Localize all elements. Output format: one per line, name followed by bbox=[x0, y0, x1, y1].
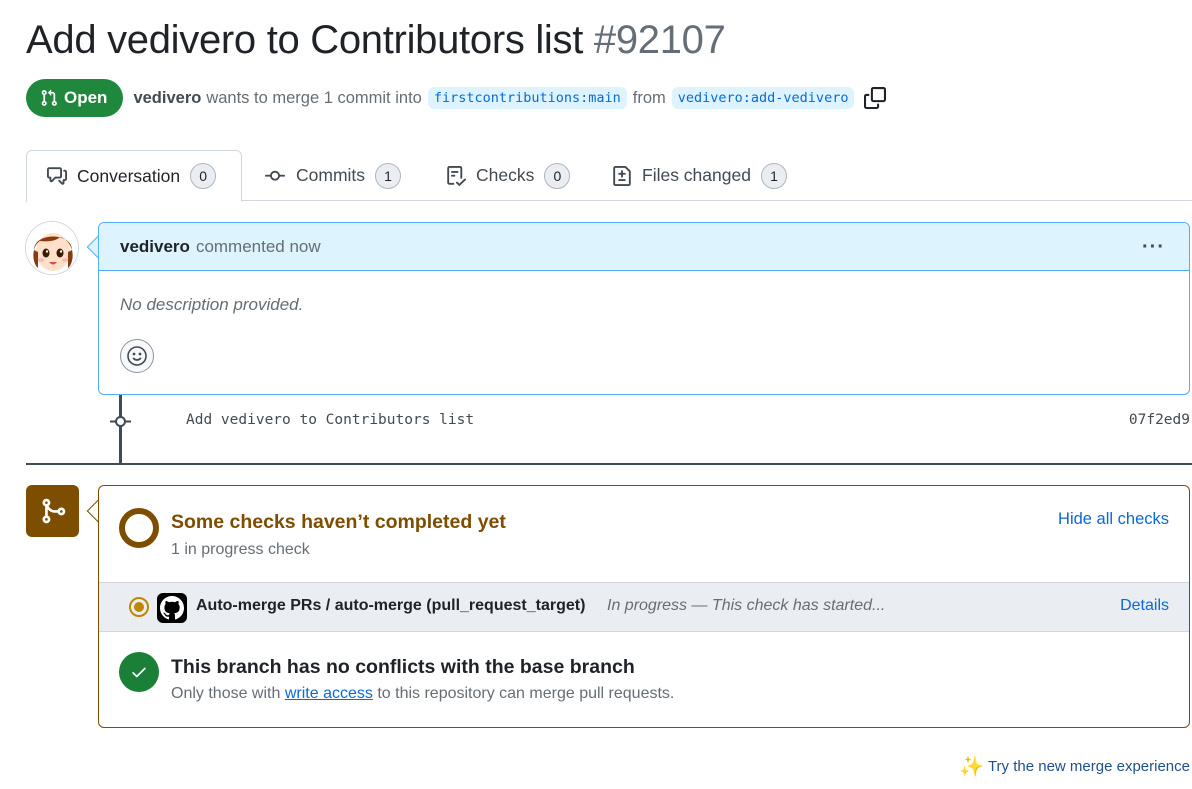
no-conflicts-subtitle: Only those with write access to this rep… bbox=[171, 685, 674, 703]
comment-discussion-icon bbox=[47, 167, 67, 185]
tab-commits[interactable]: Commits 1 bbox=[264, 150, 402, 201]
no-conflicts-title: This branch has no conflicts with the ba… bbox=[171, 656, 635, 678]
sparkles-icon: ✨ bbox=[959, 756, 984, 778]
git-merge-icon bbox=[26, 485, 79, 537]
details-link[interactable]: Details bbox=[1120, 597, 1169, 615]
check-circle-icon bbox=[119, 652, 159, 692]
comment-author[interactable]: vedivero bbox=[120, 237, 190, 257]
avatar[interactable] bbox=[25, 221, 79, 275]
checks-title: Some checks haven’t completed yet bbox=[171, 511, 506, 533]
file-diff-icon bbox=[613, 165, 631, 186]
state-badge: Open bbox=[26, 79, 124, 117]
checks-subtitle: 1 in progress check bbox=[171, 541, 310, 558]
git-commit-icon bbox=[110, 416, 131, 427]
comment-body: No description provided. bbox=[120, 295, 304, 314]
pr-title-text: Add vedivero to Contributors list bbox=[26, 18, 584, 62]
merge-text: wants to merge 1 commit into bbox=[206, 88, 422, 107]
try-new-label: Try the new merge experience bbox=[987, 758, 1190, 775]
base-branch[interactable]: firstcontributions:main bbox=[427, 87, 627, 109]
comment-box: vedivero commented now ··· No descriptio… bbox=[98, 222, 1190, 395]
author-link[interactable]: vedivero bbox=[133, 89, 201, 108]
pr-tabs: Conversation 0 Commits 1 Checks 0 Files … bbox=[26, 150, 1192, 202]
tab-label: Checks bbox=[476, 165, 535, 185]
write-access-link[interactable]: write access bbox=[285, 685, 373, 702]
tab-label: Files changed bbox=[642, 165, 751, 185]
checklist-icon bbox=[447, 165, 466, 186]
pr-meta: Open vedivero wants to merge 1 commit in… bbox=[26, 79, 887, 117]
timeline-divider bbox=[26, 463, 1192, 465]
tab-conversation[interactable]: Conversation 0 bbox=[26, 150, 242, 202]
smiley-icon bbox=[127, 346, 147, 366]
tab-counter: 0 bbox=[544, 162, 571, 189]
commit-sha[interactable]: 07f2ed9 bbox=[1129, 412, 1190, 428]
state-label: Open bbox=[64, 88, 108, 107]
pending-status-icon bbox=[119, 508, 159, 548]
github-logo-icon bbox=[157, 593, 187, 623]
add-reaction-button[interactable] bbox=[120, 339, 154, 373]
kebab-menu-icon[interactable]: ··· bbox=[1142, 236, 1165, 259]
conflict-sub-post: to this repository can merge pull reques… bbox=[377, 685, 675, 702]
merge-box: Some checks haven’t completed yet 1 in p… bbox=[98, 485, 1190, 728]
git-pull-request-icon bbox=[41, 89, 57, 106]
tab-checks[interactable]: Checks 0 bbox=[446, 150, 571, 201]
copy-icon[interactable] bbox=[864, 87, 887, 109]
try-new-merge-link[interactable]: ✨ Try the new merge experience bbox=[959, 754, 1190, 779]
pr-number: #92107 bbox=[593, 18, 726, 62]
in-progress-icon bbox=[129, 597, 149, 617]
tab-label: Conversation bbox=[77, 165, 181, 186]
git-commit-icon bbox=[265, 170, 285, 181]
tab-label: Commits bbox=[296, 165, 366, 185]
conflict-sub-pre: Only those with bbox=[171, 685, 281, 702]
tab-counter: 1 bbox=[760, 162, 787, 189]
hide-all-checks-link[interactable]: Hide all checks bbox=[1058, 510, 1169, 529]
commit-message[interactable]: Add vedivero to Contributors list bbox=[186, 412, 474, 428]
comment-header: vedivero commented now ··· bbox=[99, 223, 1189, 271]
from-text: from bbox=[632, 88, 666, 107]
tab-counter: 1 bbox=[375, 162, 402, 189]
tab-files-changed[interactable]: Files changed 1 bbox=[612, 150, 787, 201]
tab-counter: 0 bbox=[190, 163, 217, 189]
page-title: Add vedivero to Contributors list #92107 bbox=[26, 18, 726, 63]
head-branch[interactable]: vedivero:add-vedivero bbox=[671, 87, 855, 109]
check-name: Auto-merge PRs / auto-merge (pull_reques… bbox=[196, 597, 586, 614]
check-row: Auto-merge PRs / auto-merge (pull_reques… bbox=[99, 582, 1189, 632]
check-status: In progress — This check has started... bbox=[607, 597, 886, 614]
comment-timestamp: commented now bbox=[195, 236, 321, 256]
